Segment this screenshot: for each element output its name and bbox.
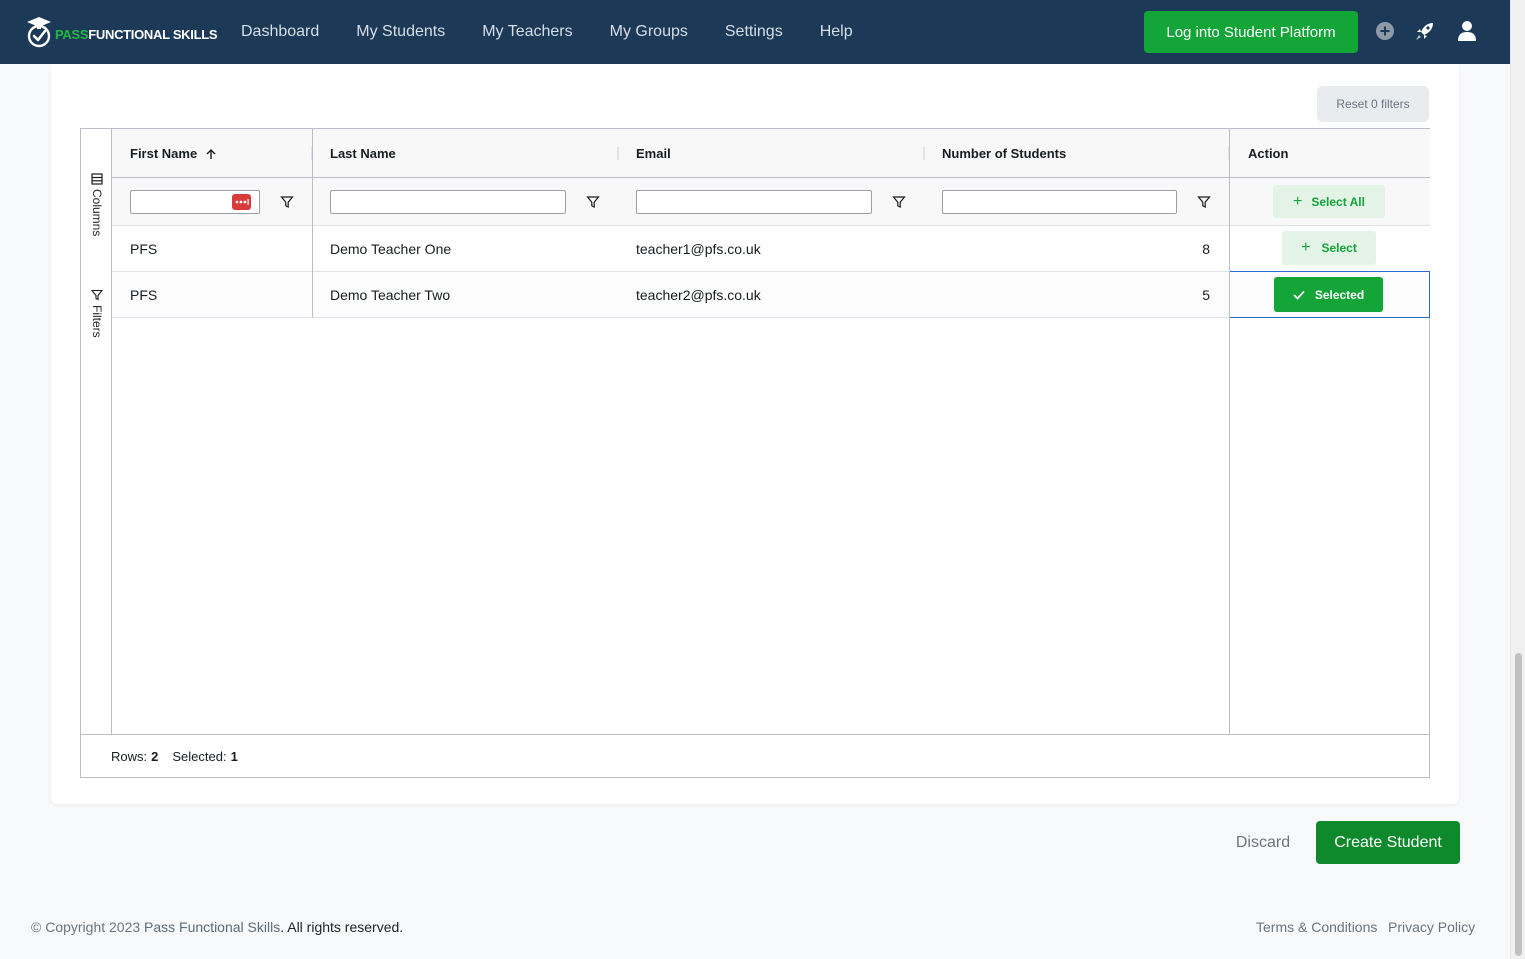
- cell-first-name: PFS: [130, 286, 158, 303]
- grid-header-row: First Name Last Name Email Number of Stu…: [112, 129, 1430, 178]
- select-all-button[interactable]: + Select All: [1273, 185, 1385, 218]
- column-header-action: Action: [1230, 129, 1430, 178]
- filters-tab-label: Filters: [90, 305, 104, 338]
- select-teacher-button[interactable]: + Select: [1282, 231, 1376, 265]
- top-navbar: PASSFUNCTIONAL SKILLS Dashboard My Stude…: [0, 0, 1510, 64]
- reset-filters-button[interactable]: Reset 0 filters: [1317, 86, 1429, 122]
- user-icon[interactable]: [1456, 20, 1478, 42]
- cell-email: teacher1@pfs.co.uk: [636, 240, 761, 257]
- password-manager-icon[interactable]: [232, 194, 251, 210]
- checkmark-icon: [1293, 290, 1305, 300]
- nav-my-students[interactable]: My Students: [356, 23, 445, 41]
- grid-filter-row: + Select All: [112, 178, 1430, 226]
- copyright-text: © Copyright 2023: [31, 919, 145, 935]
- table-row[interactable]: PFS Demo Teacher Two teacher2@pfs.co.uk …: [112, 271, 1430, 318]
- filters-tool-tab[interactable]: Filters: [87, 289, 107, 338]
- grid-side-bar: Columns Filters: [81, 129, 112, 734]
- grid-status-bar: Rows: 2 Selected: 1: [81, 734, 1429, 777]
- columns-icon: [91, 173, 103, 185]
- filter-funnel-icon[interactable]: [280, 195, 294, 209]
- terms-link[interactable]: Terms & Conditions: [1256, 919, 1377, 935]
- rights-text: . All rights reserved.: [280, 919, 404, 935]
- column-header-last-name[interactable]: Last Name: [312, 129, 618, 178]
- column-header-first-name-label: First Name: [130, 146, 198, 161]
- nav-my-groups[interactable]: My Groups: [610, 23, 688, 41]
- nav-help[interactable]: Help: [820, 23, 853, 41]
- selected-count-value: 1: [230, 748, 238, 764]
- filter-funnel-icon[interactable]: [1197, 195, 1211, 209]
- brand-name-rest: FUNCTIONAL SKILLS: [88, 26, 218, 42]
- selected-label: Selected: [1314, 287, 1365, 302]
- select-all-label: Select All: [1311, 194, 1365, 209]
- column-divider: [312, 129, 313, 318]
- column-header-number-of-students-label: Number of Students: [942, 146, 1067, 161]
- columns-tab-label: Columns: [90, 189, 104, 237]
- privacy-link[interactable]: Privacy Policy: [1388, 919, 1475, 935]
- create-student-button[interactable]: Create Student: [1316, 821, 1460, 864]
- brand-logo[interactable]: PASSFUNCTIONAL SKILLS: [26, 16, 218, 48]
- cell-last-name: Demo Teacher One: [330, 240, 452, 257]
- select-label: Select: [1321, 241, 1357, 255]
- columns-tool-tab[interactable]: Columns: [87, 173, 107, 236]
- brand-name-pass: PASS: [55, 26, 89, 42]
- main-nav: Dashboard My Students My Teachers My Gro…: [241, 0, 890, 64]
- plus-icon: +: [1301, 239, 1311, 256]
- nav-dashboard[interactable]: Dashboard: [241, 23, 319, 41]
- plus-icon: +: [1293, 192, 1303, 210]
- selected-teacher-button[interactable]: Selected: [1274, 277, 1383, 312]
- column-header-email[interactable]: Email: [618, 129, 924, 178]
- column-header-last-name-label: Last Name: [330, 146, 396, 161]
- filter-funnel-icon: [91, 289, 103, 301]
- cell-last-name: Demo Teacher Two: [330, 286, 451, 303]
- sort-ascending-icon: [206, 148, 216, 159]
- last-name-filter-input[interactable]: [330, 190, 566, 214]
- first-name-filter-input[interactable]: [130, 190, 260, 214]
- filter-funnel-icon[interactable]: [892, 195, 906, 209]
- page-scrollbar[interactable]: [1510, 0, 1525, 959]
- nav-settings[interactable]: Settings: [725, 23, 783, 41]
- cell-number-of-students: 8: [1202, 240, 1210, 257]
- scrollbar-thumb[interactable]: [1515, 653, 1522, 956]
- rocket-icon[interactable]: [1414, 20, 1436, 42]
- cell-number-of-students: 5: [1202, 286, 1210, 303]
- table-row[interactable]: PFS Demo Teacher One teacher1@pfs.co.uk …: [112, 226, 1430, 272]
- cell-first-name: PFS: [130, 240, 158, 257]
- column-divider: [1229, 129, 1230, 734]
- students-filter-input[interactable]: [942, 190, 1177, 214]
- column-header-number-of-students[interactable]: Number of Students: [924, 129, 1230, 178]
- filter-funnel-icon[interactable]: [586, 195, 600, 209]
- rows-count-value: 2: [151, 748, 159, 764]
- discard-button[interactable]: Discard: [1222, 821, 1304, 864]
- teachers-grid: Columns Filters First Name Last Name Ema…: [80, 128, 1430, 778]
- brand-name: PASSFUNCTIONAL SKILLS: [55, 24, 218, 42]
- column-header-action-label: Action: [1248, 146, 1289, 161]
- selected-count-label: Selected:: [172, 748, 227, 764]
- email-filter-input[interactable]: [636, 190, 872, 214]
- plus-circle-icon[interactable]: [1374, 20, 1396, 42]
- rows-count-label: Rows:: [111, 748, 148, 764]
- nav-my-teachers[interactable]: My Teachers: [482, 23, 572, 41]
- cell-email: teacher2@pfs.co.uk: [636, 286, 761, 303]
- column-header-email-label: Email: [636, 146, 671, 161]
- footer-copyright: © Copyright 2023 Pass Functional Skills.…: [31, 919, 403, 935]
- column-header-first-name[interactable]: First Name: [112, 129, 312, 178]
- logo-check-cap-icon: [27, 17, 51, 48]
- company-name: Pass Functional Skills: [144, 919, 281, 935]
- login-student-platform-button[interactable]: Log into Student Platform: [1144, 11, 1358, 53]
